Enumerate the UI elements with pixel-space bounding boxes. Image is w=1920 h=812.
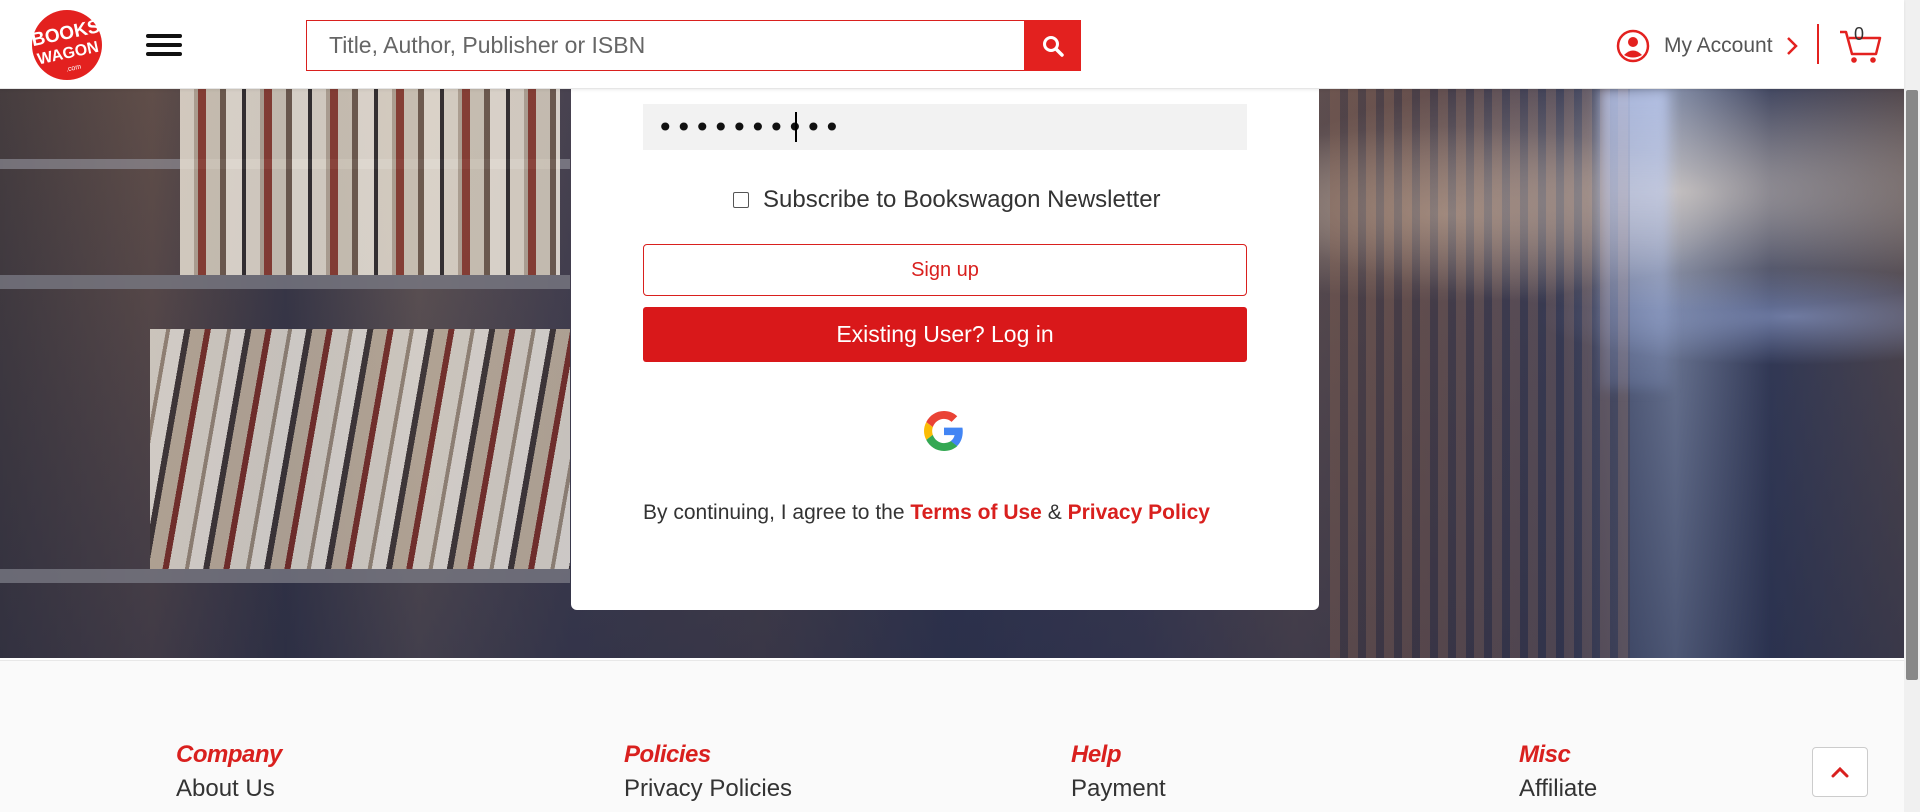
bookswagon-logo[interactable]: BOOKS WAGON .com bbox=[24, 9, 110, 81]
footer-column-company: Company About Us bbox=[176, 741, 282, 803]
terms-text: By continuing, I agree to the Terms of U… bbox=[643, 501, 1210, 525]
login-button[interactable]: Existing User? Log in bbox=[643, 307, 1247, 362]
password-field[interactable] bbox=[643, 104, 1247, 150]
bookshelf-decoration bbox=[0, 569, 570, 583]
terms-prefix: By continuing, I agree to the bbox=[643, 501, 905, 524]
newsletter-label: Subscribe to Bookswagon Newsletter bbox=[763, 186, 1161, 213]
terms-of-use-link[interactable]: Terms of Use bbox=[910, 501, 1042, 524]
footer-heading: Policies bbox=[624, 741, 711, 768]
search-icon bbox=[1042, 35, 1064, 57]
search-input[interactable] bbox=[306, 20, 1026, 71]
footer-link[interactable]: Privacy Policies bbox=[624, 775, 792, 803]
footer-link[interactable]: Payment bbox=[1071, 775, 1166, 803]
my-account-link[interactable]: My Account bbox=[1616, 26, 1799, 66]
newsletter-checkbox[interactable] bbox=[733, 192, 749, 208]
books-row-decoration bbox=[150, 329, 570, 569]
site-header: BOOKS WAGON .com My Account 0 bbox=[0, 0, 1904, 89]
search-button[interactable] bbox=[1024, 20, 1081, 71]
footer-heading: Help bbox=[1071, 741, 1122, 768]
signup-card: Subscribe to Bookswagon Newsletter Sign … bbox=[571, 89, 1319, 610]
chevron-up-icon bbox=[1831, 766, 1849, 778]
privacy-policy-link[interactable]: Privacy Policy bbox=[1068, 501, 1210, 524]
scrollbar-thumb[interactable] bbox=[1906, 90, 1918, 680]
cart-count-badge: 0 bbox=[1854, 24, 1865, 44]
footer-heading: Misc bbox=[1519, 741, 1571, 768]
footer-column-misc: Misc Affiliate bbox=[1519, 741, 1597, 803]
footer-link[interactable]: About Us bbox=[176, 775, 282, 803]
text-cursor bbox=[795, 112, 797, 142]
site-footer: Company About Us Policies Privacy Polici… bbox=[0, 660, 1904, 812]
window-light-decoration bbox=[1600, 89, 1670, 389]
hamburger-icon[interactable] bbox=[146, 34, 182, 56]
header-divider bbox=[1817, 24, 1819, 64]
footer-heading: Company bbox=[176, 741, 282, 768]
my-account-label: My Account bbox=[1664, 34, 1773, 57]
newsletter-subscribe: Subscribe to Bookswagon Newsletter bbox=[733, 186, 1161, 214]
signup-button[interactable]: Sign up bbox=[643, 244, 1247, 296]
footer-column-help: Help Payment bbox=[1071, 741, 1166, 803]
chevron-right-icon bbox=[1786, 37, 1798, 55]
user-circle-icon bbox=[1616, 29, 1650, 63]
blurred-shelves-decoration bbox=[1330, 89, 1630, 658]
books-row-decoration bbox=[180, 89, 560, 275]
back-to-top-button[interactable] bbox=[1812, 747, 1868, 797]
bookshelf-decoration bbox=[0, 275, 570, 289]
google-icon[interactable] bbox=[924, 411, 964, 451]
terms-ampersand: & bbox=[1047, 501, 1062, 524]
footer-link[interactable]: Affiliate bbox=[1519, 775, 1597, 803]
footer-column-policies: Policies Privacy Policies bbox=[624, 741, 792, 803]
